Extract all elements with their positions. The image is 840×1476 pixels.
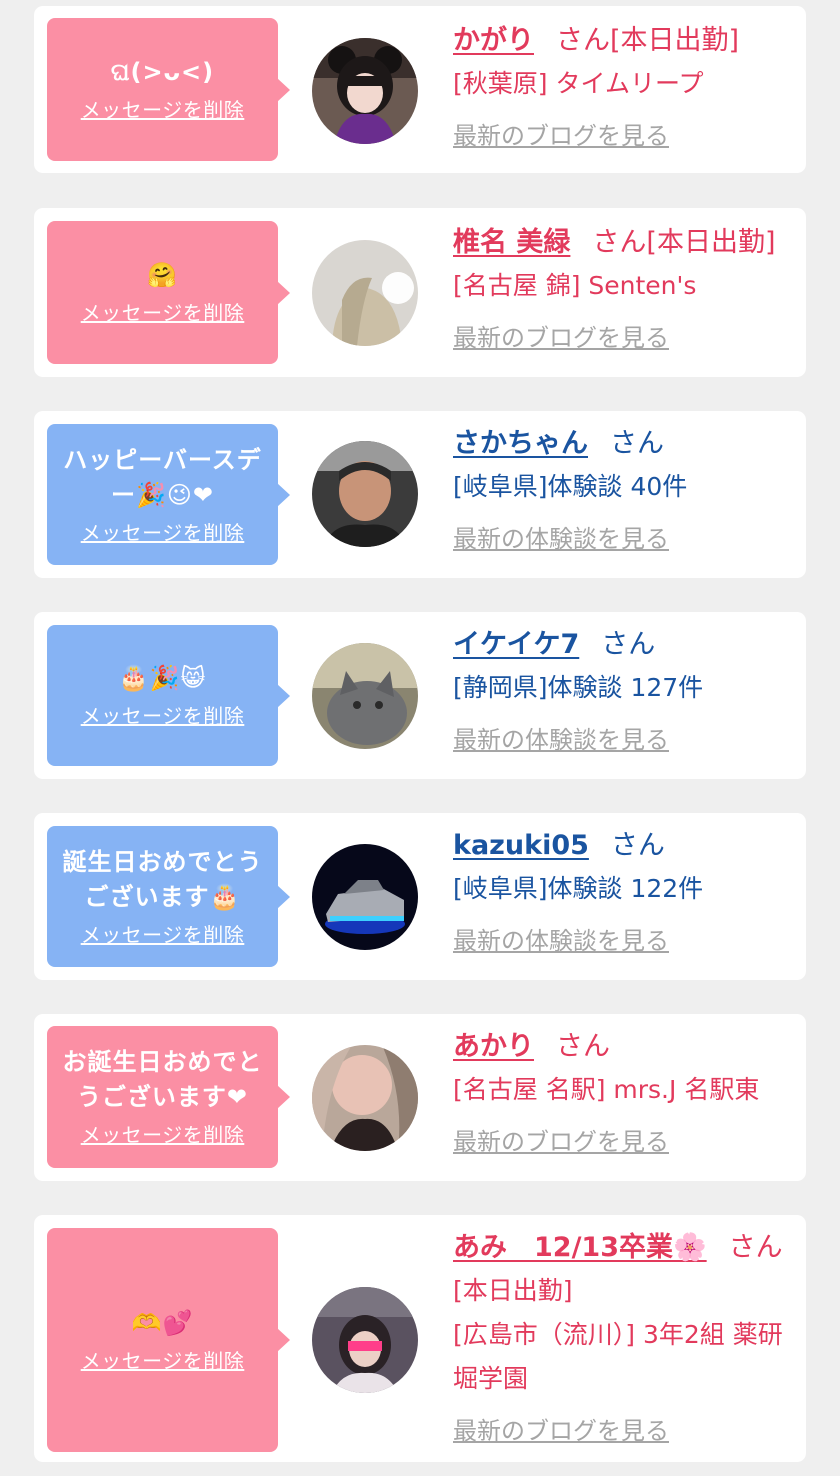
honorific: さん [601,629,656,660]
shop-info: [名古屋 名駅] mrs.J 名駅東 [453,1075,760,1104]
list-item: 誕生日おめでとうございます🎂 メッセージを削除 kazuki05 さん [岐阜県]… [34,813,806,980]
girl-avatar-icon [312,1287,418,1393]
shop-info: [広島市（流川）] 3年2組 薬研堀学園 [453,1320,783,1393]
review-count: [静岡県]体験談 127件 [453,673,704,702]
delete-message-link[interactable]: メッセージを削除 [81,299,245,327]
avatar[interactable] [312,844,418,950]
delete-message-link[interactable]: メッセージを削除 [81,1347,245,1375]
member-name-link[interactable]: kazuki05 [453,830,589,861]
message-text: 🫶💕 [131,1308,194,1337]
message-bubble: お誕生日おめでとうございます❤ メッセージを削除 [47,1026,290,1168]
avatar[interactable] [312,1045,418,1151]
avatar[interactable] [312,441,418,547]
list-item: お誕生日おめでとうございます❤ メッセージを削除 あかり さん [名古屋 名駅] … [34,1014,806,1181]
girl-avatar-icon [312,38,418,144]
honorific: さん [728,1232,783,1263]
list-item: ଘ(>ᴗ<) メッセージを削除 かがり さん[本日出勤] [秋葉原] タイムリープ… [34,6,806,173]
latest-review-link[interactable]: 最新の体験談を見る [453,720,669,760]
status-badge: [本日出勤] [646,227,776,258]
message-text: 誕生日おめでとうございます🎂 [62,847,263,911]
shop-info: [秋葉原] タイムリープ [453,69,704,98]
member-info: さかちゃん さん [岐阜県]体験談 40件 最新の体験談を見る [453,423,798,559]
list-item: 🫶💕 メッセージを削除 あみ 12/13卒業🌸 さん [本日出勤] [広島市（流川… [34,1215,806,1462]
girl-avatar-icon [312,1045,418,1151]
message-bubble: 🫶💕 メッセージを削除 [47,1228,290,1452]
member-name-link[interactable]: 椎名 美緑 [453,227,570,258]
car-avatar-icon [312,844,418,950]
latest-blog-link[interactable]: 最新のブログを見る [453,1122,669,1162]
message-bubble: ハッピーバースデー🎉😉❤ メッセージを削除 [47,424,290,565]
member-name-link[interactable]: かがり [453,25,534,56]
member-info: 椎名 美緑 さん[本日出勤] [名古屋 錦] Senten's 最新のブログを見る [453,222,798,358]
message-text: 🎂🎉😸 [118,664,207,692]
status-badge: [本日出勤] [453,1276,573,1305]
delete-message-link[interactable]: メッセージを削除 [81,702,245,730]
man-avatar-icon [312,441,418,547]
avatar[interactable] [312,643,418,749]
message-list: ଘ(>ᴗ<) メッセージを削除 かがり さん[本日出勤] [秋葉原] タイムリープ… [0,0,840,1476]
girl-avatar-icon [312,240,418,346]
message-text: ハッピーバースデー🎉😉❤ [63,445,262,509]
member-name-link[interactable]: あみ 12/13卒業🌸 [453,1232,707,1263]
honorific: さん [610,830,665,861]
avatar[interactable] [312,1287,418,1393]
latest-review-link[interactable]: 最新の体験談を見る [453,921,669,961]
honorific: さん [592,227,647,258]
honorific: さん [556,25,610,56]
delete-message-link[interactable]: メッセージを削除 [81,921,245,949]
message-text: 🤗 [147,261,178,289]
status-badge: [本日出勤] [610,25,740,56]
message-bubble: 🎂🎉😸 メッセージを削除 [47,625,290,766]
member-info: あみ 12/13卒業🌸 さん [本日出勤] [広島市（流川）] 3年2組 薬研堀学… [453,1227,798,1451]
latest-review-link[interactable]: 最新の体験談を見る [453,519,669,559]
member-info: あかり さん [名古屋 名駅] mrs.J 名駅東 最新のブログを見る [453,1026,798,1162]
honorific: さん [556,1031,610,1062]
review-count: [岐阜県]体験談 40件 [453,472,688,501]
avatar[interactable] [312,240,418,346]
delete-message-link[interactable]: メッセージを削除 [81,1121,245,1149]
message-text: ଘ(>ᴗ<) [110,58,215,86]
message-text: お誕生日おめでとうございます❤ [62,1048,263,1111]
review-count: [岐阜県]体験談 122件 [453,874,704,903]
message-bubble: 🤗 メッセージを削除 [47,221,290,364]
list-item: 🎂🎉😸 メッセージを削除 イケイケ7 さん [静岡県]体験談 127件 最新の体験… [34,612,806,779]
member-info: イケイケ7 さん [静岡県]体験談 127件 最新の体験談を見る [453,624,798,760]
member-name-link[interactable]: あかり [453,1031,534,1062]
latest-blog-link[interactable]: 最新のブログを見る [453,318,669,358]
member-name-link[interactable]: さかちゃん [453,428,588,459]
latest-blog-link[interactable]: 最新のブログを見る [453,1411,669,1451]
avatar[interactable] [312,38,418,144]
message-bubble: 誕生日おめでとうございます🎂 メッセージを削除 [47,826,290,967]
cat-avatar-icon [312,643,418,749]
honorific: さん [610,428,664,459]
member-name-link[interactable]: イケイケ7 [453,629,579,660]
delete-message-link[interactable]: メッセージを削除 [81,519,245,547]
latest-blog-link[interactable]: 最新のブログを見る [453,116,669,156]
message-bubble: ଘ(>ᴗ<) メッセージを削除 [47,18,290,161]
shop-info: [名古屋 錦] Senten's [453,271,697,300]
member-info: kazuki05 さん [岐阜県]体験談 122件 最新の体験談を見る [453,825,798,961]
member-info: かがり さん[本日出勤] [秋葉原] タイムリープ 最新のブログを見る [453,20,798,156]
list-item: ハッピーバースデー🎉😉❤ メッセージを削除 さかちゃん さん [岐阜県]体験談 4… [34,411,806,578]
delete-message-link[interactable]: メッセージを削除 [81,96,245,124]
list-item: 🤗 メッセージを削除 椎名 美緑 さん[本日出勤] [名古屋 錦] Senten'… [34,208,806,377]
